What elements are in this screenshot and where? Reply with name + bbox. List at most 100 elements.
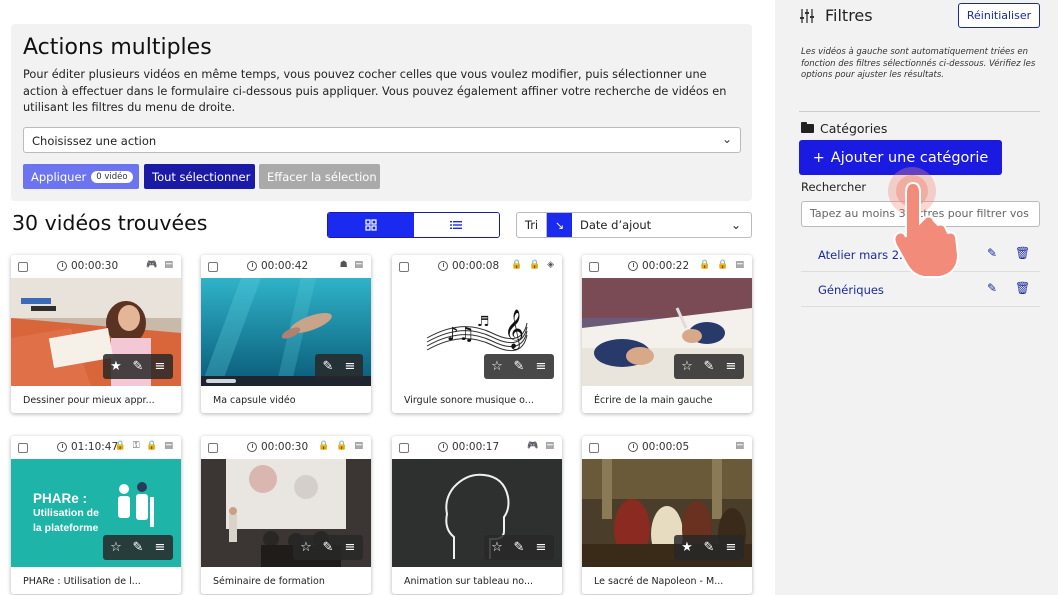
edit-icon[interactable]: ✎ bbox=[987, 246, 997, 260]
menu-icon[interactable]: ≡ bbox=[534, 540, 548, 555]
edit-icon[interactable]: ✎ bbox=[131, 359, 145, 374]
video-title[interactable]: Écrire de la main gauche bbox=[594, 395, 712, 406]
edit-icon[interactable]: ✎ bbox=[321, 540, 335, 555]
reset-filters-button[interactable]: Réinitialiser bbox=[958, 3, 1040, 28]
menu-icon[interactable]: ≡ bbox=[343, 359, 357, 374]
video-title[interactable]: Ma capsule vidéo bbox=[213, 395, 296, 406]
sort-control[interactable]: Tri ↘ Date d’ajout ⌄ bbox=[516, 212, 752, 238]
thumbnail-text: PHARe : Utilisation de la plateforme bbox=[33, 491, 99, 536]
divider bbox=[799, 111, 1040, 112]
video-title[interactable]: Dessiner pour mieux appr... bbox=[23, 395, 155, 406]
video-thumbnail[interactable]: PHARe : Utilisation de la plateforme ☆ ✎… bbox=[11, 459, 181, 567]
category-name[interactable]: Génériques bbox=[818, 283, 884, 297]
video-card[interactable]: 00:00:30 🔒 🔒 ▤ ☆ ✎ ≡ Séminaire de format… bbox=[201, 436, 371, 594]
video-card[interactable]: 00:00:42 ☗ ▤ ✎ ≡ Ma capsule vidéo bbox=[201, 255, 371, 413]
star-icon[interactable]: ☆ bbox=[490, 540, 504, 555]
clock-icon bbox=[628, 442, 638, 452]
sort-arrow-icon: ↘ bbox=[554, 218, 565, 232]
video-card[interactable]: 00:00:30 🎮 ▤ ★ ✎ ≡ Dessiner pour mieux a… bbox=[11, 255, 181, 413]
video-checkbox[interactable] bbox=[589, 443, 599, 453]
star-icon[interactable]: ☆ bbox=[299, 540, 313, 555]
menu-icon[interactable]: ≡ bbox=[724, 359, 738, 374]
thumbnail-actions: ☆ ✎ ≡ bbox=[103, 535, 173, 560]
video-checkbox[interactable] bbox=[18, 262, 28, 272]
star-icon[interactable]: ★ bbox=[109, 359, 123, 374]
video-checkbox[interactable] bbox=[208, 262, 218, 272]
menu-icon[interactable]: ≡ bbox=[153, 540, 167, 555]
trash-icon[interactable]: 🗑 bbox=[1015, 246, 1030, 260]
menu-icon[interactable]: ≡ bbox=[534, 359, 548, 374]
video-card[interactable]: 00:00:17 🎮 ▤ ☆ ✎ ≡ Animation sur tableau… bbox=[392, 436, 562, 594]
video-thumbnail[interactable]: ☆ ✎ ≡ bbox=[392, 459, 562, 567]
video-checkbox[interactable] bbox=[399, 443, 409, 453]
star-icon[interactable]: ★ bbox=[680, 540, 694, 555]
card-header: 01:10:47 🔒 ⚿ 🔒 ▤ bbox=[11, 436, 181, 459]
action-select[interactable]: Choisissez une action ⌄ bbox=[23, 127, 741, 153]
clock-icon bbox=[438, 442, 448, 452]
star-icon[interactable]: ☆ bbox=[490, 359, 504, 374]
video-card[interactable]: 01:10:47 🔒 ⚿ 🔒 ▤ PHARe : Utilisation de … bbox=[11, 436, 181, 594]
category-name[interactable]: Atelier mars 2... bbox=[818, 248, 910, 262]
category-row[interactable]: Génériques ✎ 🗑 bbox=[801, 273, 1040, 307]
main-content: Actions multiples Pour éditer plusieurs … bbox=[0, 0, 775, 595]
clear-selection-button[interactable]: Effacer la sélection bbox=[259, 164, 380, 189]
apply-button[interactable]: Appliquer 0 vidéo bbox=[23, 164, 139, 189]
video-thumbnail[interactable]: ★ ✎ ≡ bbox=[582, 459, 752, 567]
list-view-button[interactable] bbox=[413, 213, 499, 237]
video-thumbnail[interactable]: ☆ ✎ ≡ bbox=[582, 278, 752, 386]
edit-icon[interactable]: ✎ bbox=[987, 281, 997, 295]
video-card[interactable]: 00:00:05 ▤ ★ ✎ ≡ Le sacré de Napoleon - … bbox=[582, 436, 752, 594]
video-checkbox[interactable] bbox=[399, 262, 409, 272]
chevron-down-icon: ⌄ bbox=[721, 132, 732, 146]
video-card[interactable]: 00:00:22 🔒 🔒 ▤ ☆ ✎ ≡ Écrire de la main g bbox=[582, 255, 752, 413]
video-title[interactable]: Séminaire de formation bbox=[213, 576, 325, 587]
edit-icon[interactable]: ✎ bbox=[131, 540, 145, 555]
video-title[interactable]: Animation sur tableau no... bbox=[404, 576, 533, 587]
video-thumbnail[interactable]: ★ ✎ ≡ bbox=[11, 278, 181, 386]
video-thumbnail[interactable]: ✎ ≡ bbox=[201, 278, 371, 386]
select-all-button[interactable]: Tout sélectionner bbox=[144, 164, 255, 189]
menu-icon[interactable]: ≡ bbox=[153, 359, 167, 374]
status-icons: ☗ ▤ bbox=[339, 260, 365, 270]
clock-icon bbox=[628, 261, 638, 271]
edit-icon[interactable]: ✎ bbox=[702, 540, 716, 555]
video-thumbnail[interactable]: 𝄞 ♪♫ ♬ ☆ ✎ ≡ bbox=[392, 278, 562, 386]
folder-icon bbox=[801, 122, 814, 133]
add-category-button[interactable]: + Ajouter une catégorie bbox=[799, 140, 1002, 175]
categories-heading: Catégories bbox=[801, 121, 887, 136]
menu-icon[interactable]: ≡ bbox=[343, 540, 357, 555]
filters-title: Filtres bbox=[825, 6, 873, 25]
grid-view-button[interactable] bbox=[328, 213, 414, 237]
star-icon[interactable]: ☆ bbox=[680, 359, 694, 374]
duration-text: 00:00:08 bbox=[452, 260, 500, 272]
star-icon[interactable]: ☆ bbox=[109, 540, 123, 555]
edit-icon[interactable]: ✎ bbox=[321, 359, 335, 374]
edit-icon[interactable]: ✎ bbox=[512, 359, 526, 374]
status-icons: 🔒 🔒 ▤ bbox=[699, 260, 746, 270]
plus-icon: + bbox=[812, 149, 825, 166]
edit-icon[interactable]: ✎ bbox=[702, 359, 716, 374]
svg-text:♬: ♬ bbox=[477, 314, 490, 330]
trash-icon[interactable]: 🗑 bbox=[1015, 281, 1030, 295]
edit-icon[interactable]: ✎ bbox=[512, 540, 526, 555]
video-title[interactable]: PHARe : Utilisation de l... bbox=[23, 576, 141, 587]
svg-text:♪♫: ♪♫ bbox=[447, 324, 475, 345]
sort-direction-button[interactable]: ↘ bbox=[547, 213, 572, 237]
category-row[interactable]: Atelier mars 2... ✎ 🗑 bbox=[801, 238, 1040, 272]
video-checkbox[interactable] bbox=[18, 443, 28, 453]
svg-text:𝄞: 𝄞 bbox=[504, 309, 524, 350]
thumbnail-text-line: la plateforme bbox=[33, 522, 99, 534]
video-thumbnail[interactable]: ☆ ✎ ≡ bbox=[201, 459, 371, 567]
video-title[interactable]: Le sacré de Napoleon - M... bbox=[594, 576, 723, 587]
video-title[interactable]: Virgule sonore musique o... bbox=[404, 395, 534, 406]
card-header: 00:00:22 🔒 🔒 ▤ bbox=[582, 255, 752, 278]
bulk-actions-description: Pour éditer plusieurs vidéos en même tem… bbox=[23, 68, 727, 114]
menu-icon[interactable]: ≡ bbox=[724, 540, 738, 555]
category-search-input[interactable]: Tapez au moins 3 lettres pour filtrer vo… bbox=[801, 201, 1040, 227]
clock-icon bbox=[438, 261, 448, 271]
video-card[interactable]: 00:00:08 🔒 🔒 ◈ 𝄞 ♪♫ ♬ ☆ ✎ ≡ Virgule sono… bbox=[392, 255, 562, 413]
duration-text: 00:00:42 bbox=[261, 260, 309, 272]
video-checkbox[interactable] bbox=[208, 443, 218, 453]
bulk-actions-panel: Actions multiples Pour éditer plusieurs … bbox=[11, 24, 752, 201]
video-checkbox[interactable] bbox=[589, 262, 599, 272]
